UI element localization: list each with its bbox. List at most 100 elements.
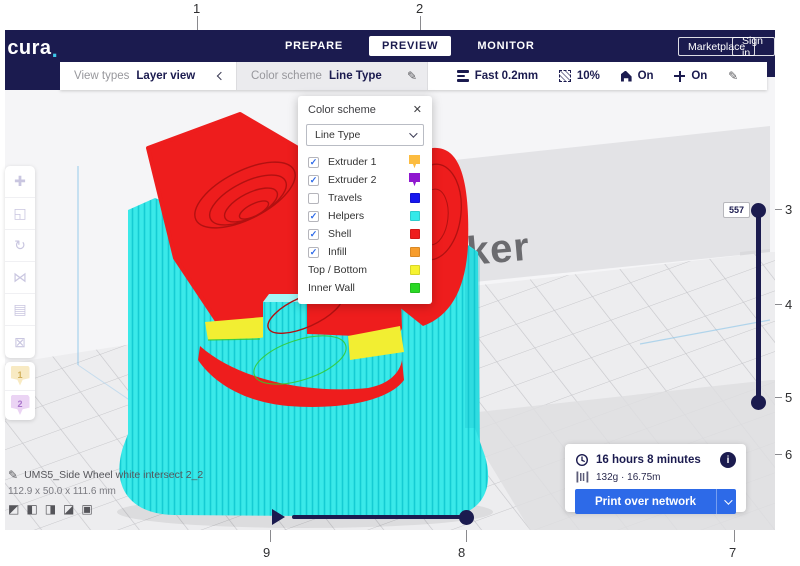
callout-3: 3 — [785, 202, 792, 217]
material-spool-icon — [576, 471, 589, 483]
support-blocker-icon[interactable]: ⊠ — [5, 326, 35, 358]
extruder-1-badge: 1 — [11, 366, 30, 387]
print-time: 16 hours 8 minutes — [596, 454, 713, 466]
checkbox[interactable]: ✓ — [308, 157, 319, 168]
checkbox[interactable]: ✓ — [308, 229, 319, 240]
material-usage: 132g · 16.75m — [596, 472, 661, 483]
right-view-icon[interactable]: ▣ — [81, 503, 92, 515]
mirror-tool-icon[interactable]: ⋈ — [5, 262, 35, 294]
layer-slider-bottom-handle[interactable] — [751, 395, 766, 410]
3d-view-icon[interactable]: ◩ — [8, 503, 19, 515]
front-view-icon[interactable]: ◧ — [26, 503, 37, 515]
callout-line-9 — [270, 528, 271, 542]
model-name: UMS5_Side Wheel white intersect 2_2 — [24, 469, 203, 481]
color-swatch — [410, 211, 420, 221]
color-scheme-dropdown[interactable]: Line Type — [306, 124, 424, 146]
model-info: ✎ UMS5_Side Wheel white intersect 2_2 11… — [8, 468, 203, 515]
color-swatch — [410, 247, 420, 257]
layer-slider-top-handle[interactable] — [751, 203, 766, 218]
chevron-left-icon[interactable] — [217, 72, 225, 80]
legend-row-infill: ✓ Infill — [298, 244, 432, 260]
cura-logo: cura. — [5, 30, 60, 90]
print-over-network-button[interactable]: Print over network — [575, 489, 736, 514]
popup-title: Color scheme — [308, 104, 376, 116]
legend-row-travels: Travels — [298, 190, 432, 206]
legend-row-shell: ✓ Shell — [298, 226, 432, 242]
info-icon[interactable]: i — [720, 452, 736, 468]
layers-icon — [457, 70, 469, 82]
checkbox[interactable]: ✓ — [308, 247, 319, 258]
color-scheme-label: Color scheme — [251, 70, 322, 82]
adhesion-setting[interactable]: On — [674, 70, 707, 82]
view-types-selector[interactable]: View types Layer view — [60, 62, 236, 90]
callout-line-2 — [420, 16, 421, 30]
extruder-2-button[interactable]: 2 — [5, 391, 35, 420]
profile-setting[interactable]: Fast 0.2mm — [457, 70, 538, 82]
callout-2: 2 — [416, 1, 423, 16]
simulation-slider-handle[interactable] — [459, 510, 474, 525]
color-scheme-selector[interactable]: Color scheme Line Type ✎ — [236, 62, 428, 90]
top-view-icon[interactable]: ◨ — [45, 503, 56, 515]
legend-row-inner-wall: Inner Wall — [298, 280, 432, 296]
print-options-dropdown[interactable] — [716, 489, 736, 514]
signin-button[interactable]: Sign in — [732, 37, 775, 56]
callout-1: 1 — [193, 1, 200, 16]
print-settings-summary[interactable]: Fast 0.2mm 10% On On ✎ — [428, 62, 767, 90]
support-cube — [263, 302, 307, 348]
color-scheme-value: Line Type — [329, 70, 382, 82]
adhesion-icon — [674, 71, 685, 82]
chevron-down-icon — [409, 129, 417, 137]
scale-tool-icon[interactable]: ◱ — [5, 198, 35, 230]
play-button[interactable] — [272, 509, 285, 525]
tab-monitor[interactable]: MONITOR — [477, 40, 534, 52]
color-swatch — [410, 283, 420, 293]
checkbox[interactable] — [308, 193, 319, 204]
view-orientation-bar: ◩ ◧ ◨ ◪ ▣ — [8, 503, 203, 515]
support-icon — [621, 71, 632, 82]
model-dimensions: 112.9 x 50.0 x 111.6 mm — [8, 486, 203, 497]
left-view-icon[interactable]: ◪ — [63, 503, 74, 515]
extruder-2-badge: 2 — [11, 395, 30, 416]
callout-5: 5 — [785, 390, 792, 405]
edit-settings-icon[interactable]: ✎ — [728, 69, 738, 83]
edit-icon[interactable]: ✎ — [407, 69, 417, 83]
print-info-panel: 16 hours 8 minutes i 132g · 16.75m Print… — [565, 444, 746, 512]
simulation-slider-track[interactable] — [292, 515, 466, 519]
rotate-tool-icon[interactable]: ↻ — [5, 230, 35, 262]
rename-icon[interactable]: ✎ — [8, 468, 18, 482]
per-model-settings-icon[interactable]: ▤ — [5, 294, 35, 326]
callout-4: 4 — [785, 297, 792, 312]
legend-row-helpers: ✓ Helpers — [298, 208, 432, 224]
tab-preview[interactable]: PREVIEW — [369, 36, 451, 56]
move-tool-icon[interactable]: ✚ — [5, 166, 35, 198]
legend-row-extruder-1: ✓ Extruder 1 — [298, 154, 432, 170]
stage-menu-bar: View types Layer view Color scheme Line … — [60, 62, 767, 90]
checkbox[interactable]: ✓ — [308, 175, 319, 186]
callout-6: 6 — [785, 447, 792, 462]
logo-text: cura — [7, 37, 51, 60]
layer-slider-track[interactable] — [756, 210, 761, 402]
callout-9: 9 — [263, 545, 270, 560]
extruder-1-button[interactable]: 1 — [5, 362, 35, 391]
legend-row-extruder-2: ✓ Extruder 2 — [298, 172, 432, 188]
legend-row-top-bottom: Top / Bottom — [298, 262, 432, 278]
callout-8: 8 — [458, 545, 465, 560]
cura-window: ker — [5, 30, 775, 530]
stage-tabs: PREPARE PREVIEW MONITOR — [285, 30, 535, 62]
page: 1 2 3 4 5 6 7 8 9 — [0, 0, 800, 566]
chevron-down-icon — [724, 496, 732, 504]
color-scheme-popup: Color scheme ✕ Line Type ✓ Extruder 1 ✓ … — [298, 96, 432, 304]
close-icon[interactable]: ✕ — [413, 103, 422, 116]
infill-setting[interactable]: 10% — [559, 70, 600, 82]
layer-number-box[interactable]: 557 — [723, 202, 750, 218]
checkbox[interactable]: ✓ — [308, 211, 319, 222]
view-types-label: View types — [74, 70, 129, 82]
support-setting[interactable]: On — [621, 70, 654, 82]
color-swatch — [410, 229, 420, 239]
view-types-value: Layer view — [136, 70, 195, 82]
tab-prepare[interactable]: PREPARE — [285, 40, 343, 52]
clock-icon — [575, 453, 589, 467]
infill-icon — [559, 70, 571, 82]
color-swatch — [410, 265, 420, 275]
color-swatch — [410, 193, 420, 203]
